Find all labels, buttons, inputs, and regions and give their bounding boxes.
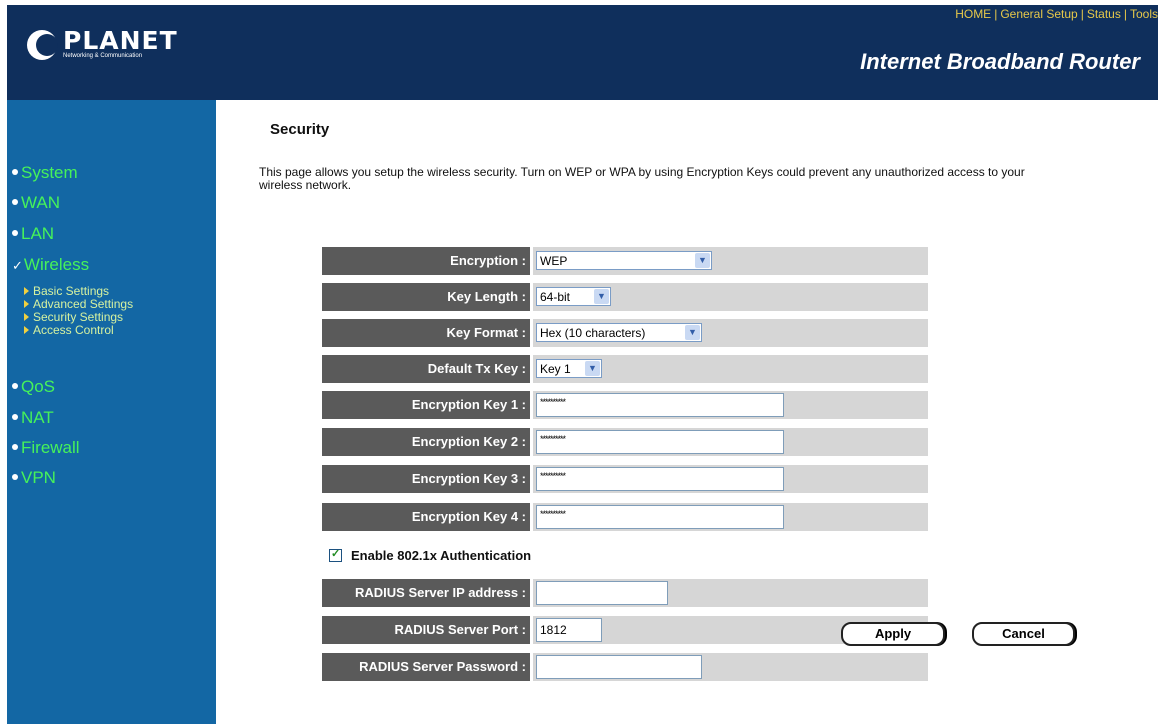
- bullet-icon: [12, 443, 18, 450]
- encryption-label: Encryption :: [322, 247, 533, 275]
- default-tx-key-select-value: Key 1: [540, 362, 571, 376]
- header: PLANET Networking & Communication HOME | G…: [7, 5, 1158, 100]
- encryption-key-2-input[interactable]: **********: [536, 430, 784, 454]
- sidebar-item-label: Wireless: [23, 255, 90, 274]
- page-description: This page allows you setup the wireless …: [259, 165, 1025, 192]
- encryption-key-4-row: Encryption Key 4 : **********: [322, 503, 928, 531]
- sidebar: System WAN LAN ✓Wireless Basic Settings …: [7, 100, 216, 724]
- key-length-row: Key Length : 64-bit ▼: [322, 283, 928, 311]
- triangle-right-icon: [24, 313, 29, 321]
- encryption-key-4-input[interactable]: **********: [536, 505, 784, 529]
- key-format-select[interactable]: Hex (10 characters) ▼: [536, 323, 702, 342]
- radius-ip-row: RADIUS Server IP address :: [322, 579, 928, 607]
- key-format-row: Key Format : Hex (10 characters) ▼: [322, 319, 928, 347]
- apply-button[interactable]: Apply: [841, 622, 945, 646]
- enable-8021x-label: Enable 802.1x Authentication: [351, 548, 532, 563]
- sidebar-item-firewall[interactable]: Firewall: [12, 439, 80, 457]
- triangle-right-icon: [24, 300, 29, 308]
- encryption-select[interactable]: WEP ▼: [536, 251, 712, 270]
- product-title: Internet Broadband Router: [860, 49, 1140, 74]
- sidebar-item-system[interactable]: System: [12, 164, 78, 182]
- bullet-icon: [12, 168, 18, 175]
- sidebar-subitem-label: Advanced Settings: [33, 297, 134, 311]
- encryption-key-3-row: Encryption Key 3 : **********: [322, 465, 928, 493]
- nav-status-link[interactable]: Status: [1087, 7, 1121, 21]
- sidebar-subitem-access-control[interactable]: Access Control: [24, 324, 114, 337]
- sidebar-item-lan[interactable]: LAN: [12, 225, 54, 243]
- sidebar-item-label: NAT: [21, 408, 54, 427]
- nav-home-link[interactable]: HOME: [955, 7, 991, 21]
- planet-logo-icon: [27, 29, 58, 60]
- default-tx-key-row: Default Tx Key : Key 1 ▼: [322, 355, 928, 383]
- encryption-key-4-label: Encryption Key 4 :: [322, 503, 533, 531]
- chevron-down-icon[interactable]: ▼: [594, 289, 609, 304]
- triangle-right-icon: [24, 326, 29, 334]
- radius-ip-input[interactable]: [536, 581, 668, 605]
- sidebar-subitem-label: Security Settings: [33, 310, 124, 324]
- sidebar-subitem-label: Access Control: [33, 323, 114, 337]
- encryption-key-2-label: Encryption Key 2 :: [322, 428, 533, 456]
- encryption-key-1-input[interactable]: **********: [536, 393, 784, 417]
- encryption-key-1-label: Encryption Key 1 :: [322, 391, 533, 419]
- bullet-icon: [12, 473, 18, 480]
- default-tx-key-label: Default Tx Key :: [322, 355, 533, 383]
- encryption-row: Encryption : WEP ▼: [322, 247, 928, 275]
- sidebar-item-wireless[interactable]: ✓Wireless: [12, 256, 89, 275]
- triangle-right-icon: [24, 287, 29, 295]
- key-length-label: Key Length :: [322, 283, 533, 311]
- key-length-select-value: 64-bit: [540, 290, 571, 304]
- encryption-select-value: WEP: [540, 254, 568, 268]
- chevron-down-icon[interactable]: ▼: [695, 253, 710, 268]
- radius-password-row: RADIUS Server Password :: [322, 653, 928, 681]
- encryption-key-2-row: Encryption Key 2 : **********: [322, 428, 928, 456]
- top-navigation: HOME | General Setup | Status | Tools: [955, 7, 1158, 21]
- sidebar-item-wan[interactable]: WAN: [12, 194, 60, 212]
- sidebar-subitem-label: Basic Settings: [33, 284, 110, 298]
- sidebar-item-label: System: [21, 163, 78, 182]
- sidebar-item-qos[interactable]: QoS: [12, 378, 55, 396]
- logo-name: PLANET: [63, 26, 178, 55]
- planet-logo[interactable]: PLANET Networking & Communication: [27, 26, 178, 60]
- sidebar-item-label: WAN: [21, 193, 61, 212]
- key-format-select-value: Hex (10 characters): [540, 326, 646, 340]
- key-format-label: Key Format :: [322, 319, 533, 347]
- bullet-icon: [12, 198, 18, 205]
- radius-port-input[interactable]: 1812: [536, 618, 602, 642]
- sidebar-item-label: LAN: [21, 224, 55, 243]
- sidebar-item-label: QoS: [21, 377, 56, 396]
- sidebar-item-vpn[interactable]: VPN: [12, 469, 56, 487]
- chevron-down-icon[interactable]: ▼: [685, 325, 700, 340]
- bullet-icon: [12, 382, 18, 389]
- enable-8021x-checkbox[interactable]: [329, 547, 342, 563]
- radius-password-label: RADIUS Server Password :: [322, 653, 533, 681]
- cancel-button[interactable]: Cancel: [972, 622, 1075, 646]
- radius-port-row: RADIUS Server Port : 1812: [322, 616, 928, 644]
- enable-8021x-row: Enable 802.1x Authentication: [329, 547, 532, 563]
- sidebar-item-label: Firewall: [21, 438, 80, 457]
- bullet-icon: [12, 229, 18, 236]
- sidebar-item-label: VPN: [21, 468, 56, 487]
- checkmark-icon: ✓: [12, 258, 23, 273]
- radius-password-input[interactable]: [536, 655, 702, 679]
- nav-tools-link[interactable]: Tools: [1130, 7, 1158, 21]
- bullet-icon: [12, 413, 18, 420]
- radius-port-label: RADIUS Server Port :: [322, 616, 533, 644]
- page-title: Security: [270, 121, 330, 138]
- key-length-select[interactable]: 64-bit ▼: [536, 287, 611, 306]
- nav-general-setup-link[interactable]: General Setup: [1000, 7, 1077, 21]
- radius-ip-label: RADIUS Server IP address :: [322, 579, 533, 607]
- encryption-key-3-label: Encryption Key 3 :: [322, 465, 533, 493]
- encryption-key-3-input[interactable]: **********: [536, 467, 784, 491]
- default-tx-key-select[interactable]: Key 1 ▼: [536, 359, 602, 378]
- encryption-key-1-row: Encryption Key 1 : **********: [322, 391, 928, 419]
- sidebar-item-nat[interactable]: NAT: [12, 409, 54, 427]
- chevron-down-icon[interactable]: ▼: [585, 361, 600, 376]
